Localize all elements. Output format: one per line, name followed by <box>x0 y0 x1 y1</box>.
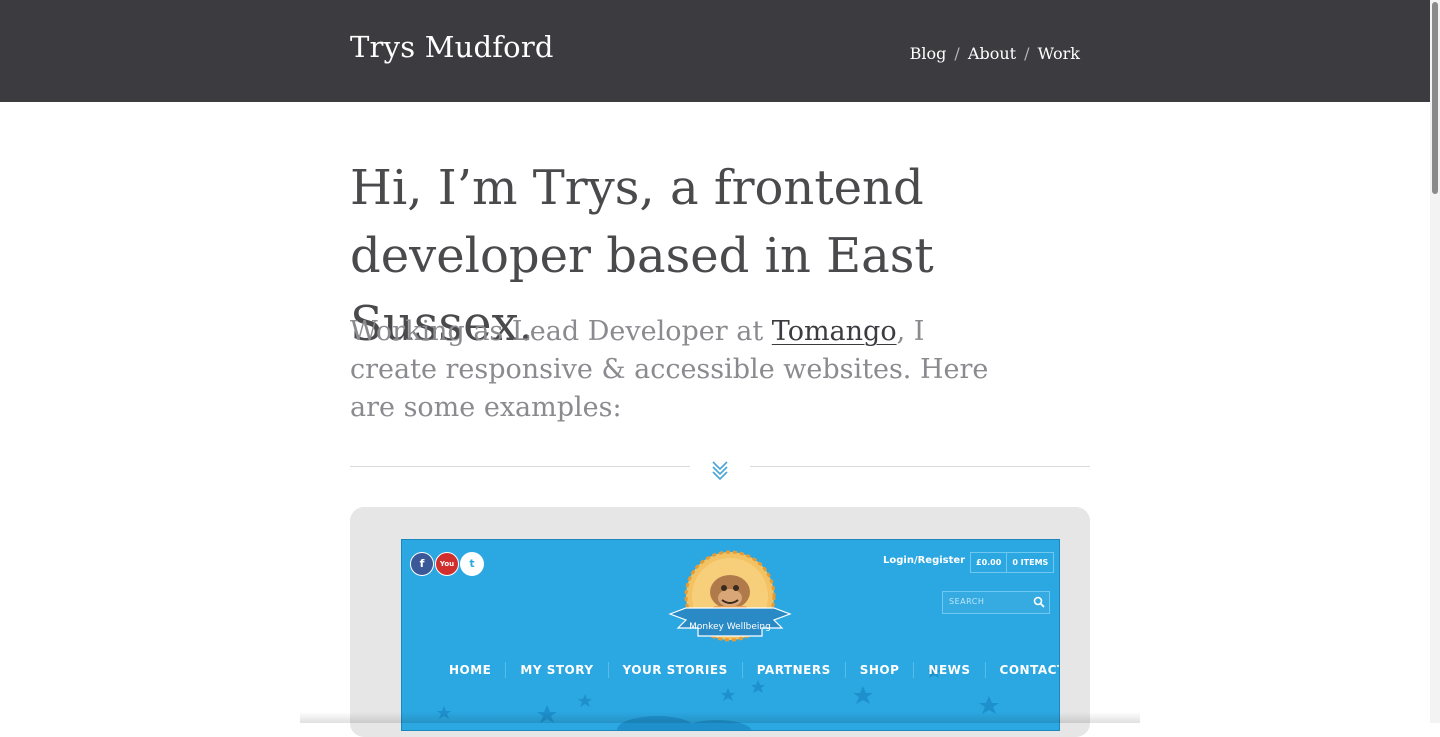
preview-nav-news[interactable]: NEWS <box>913 662 984 678</box>
double-chevron-down-icon[interactable] <box>710 458 730 480</box>
preview-cart[interactable]: £0.00 0 ITEMS <box>970 552 1055 573</box>
preview-nav-my-story[interactable]: MY STORY <box>505 662 607 678</box>
preview-nav-partners[interactable]: PARTNERS <box>741 662 845 678</box>
youtube-icon[interactable]: You <box>435 552 459 576</box>
site-header: Trys Mudford Blog / About / Work <box>0 0 1430 102</box>
preview-nav-your-stories[interactable]: YOUR STORIES <box>607 662 742 678</box>
nav-separator: / <box>1024 44 1030 63</box>
lead-text-start: Working as Lead Developer at <box>350 316 772 347</box>
preview-nav-shop[interactable]: SHOP <box>844 662 914 678</box>
preview-nav-home[interactable]: HOME <box>435 662 505 678</box>
nav-separator: / <box>954 44 960 63</box>
preview-nav-contact[interactable]: CONTACT <box>984 662 1059 678</box>
logo-ribbon-text: Monkey Wellbeing <box>689 622 771 632</box>
bottom-fold-shadow <box>300 712 1140 723</box>
divider-left <box>350 466 690 467</box>
monkey-wellbeing-logo[interactable]: Monkey Wellbeing <box>664 548 796 648</box>
nav-link-about[interactable]: About <box>968 44 1016 63</box>
project-preview-screenshot[interactable]: f You t Login/Register £0.00 0 ITEMS SEA… <box>401 539 1060 731</box>
nav-link-blog[interactable]: Blog <box>910 44 947 63</box>
nav-link-work[interactable]: Work <box>1038 44 1080 63</box>
search-icon[interactable] <box>1033 596 1045 608</box>
intro-lead: Working as Lead Developer at Tomango, I … <box>350 313 1010 427</box>
cart-total: £0.00 <box>971 553 1008 572</box>
preview-search-input[interactable]: SEARCH <box>942 591 1050 614</box>
page-scrollbar[interactable] <box>1430 0 1440 723</box>
main-nav: Blog / About / Work <box>910 44 1080 63</box>
twitter-icon[interactable]: t <box>460 552 484 576</box>
tomango-link[interactable]: Tomango <box>772 316 897 347</box>
preview-login-link[interactable]: Login/Register <box>883 555 965 566</box>
divider-right <box>750 466 1090 467</box>
search-placeholder: SEARCH <box>949 597 985 606</box>
facebook-icon[interactable]: f <box>410 552 434 576</box>
cart-items: 0 ITEMS <box>1012 558 1049 567</box>
site-title[interactable]: Trys Mudford <box>350 30 554 64</box>
scrollbar-thumb[interactable] <box>1432 2 1438 194</box>
preview-nav: HOME MY STORY YOUR STORIES PARTNERS SHOP… <box>435 662 1059 678</box>
